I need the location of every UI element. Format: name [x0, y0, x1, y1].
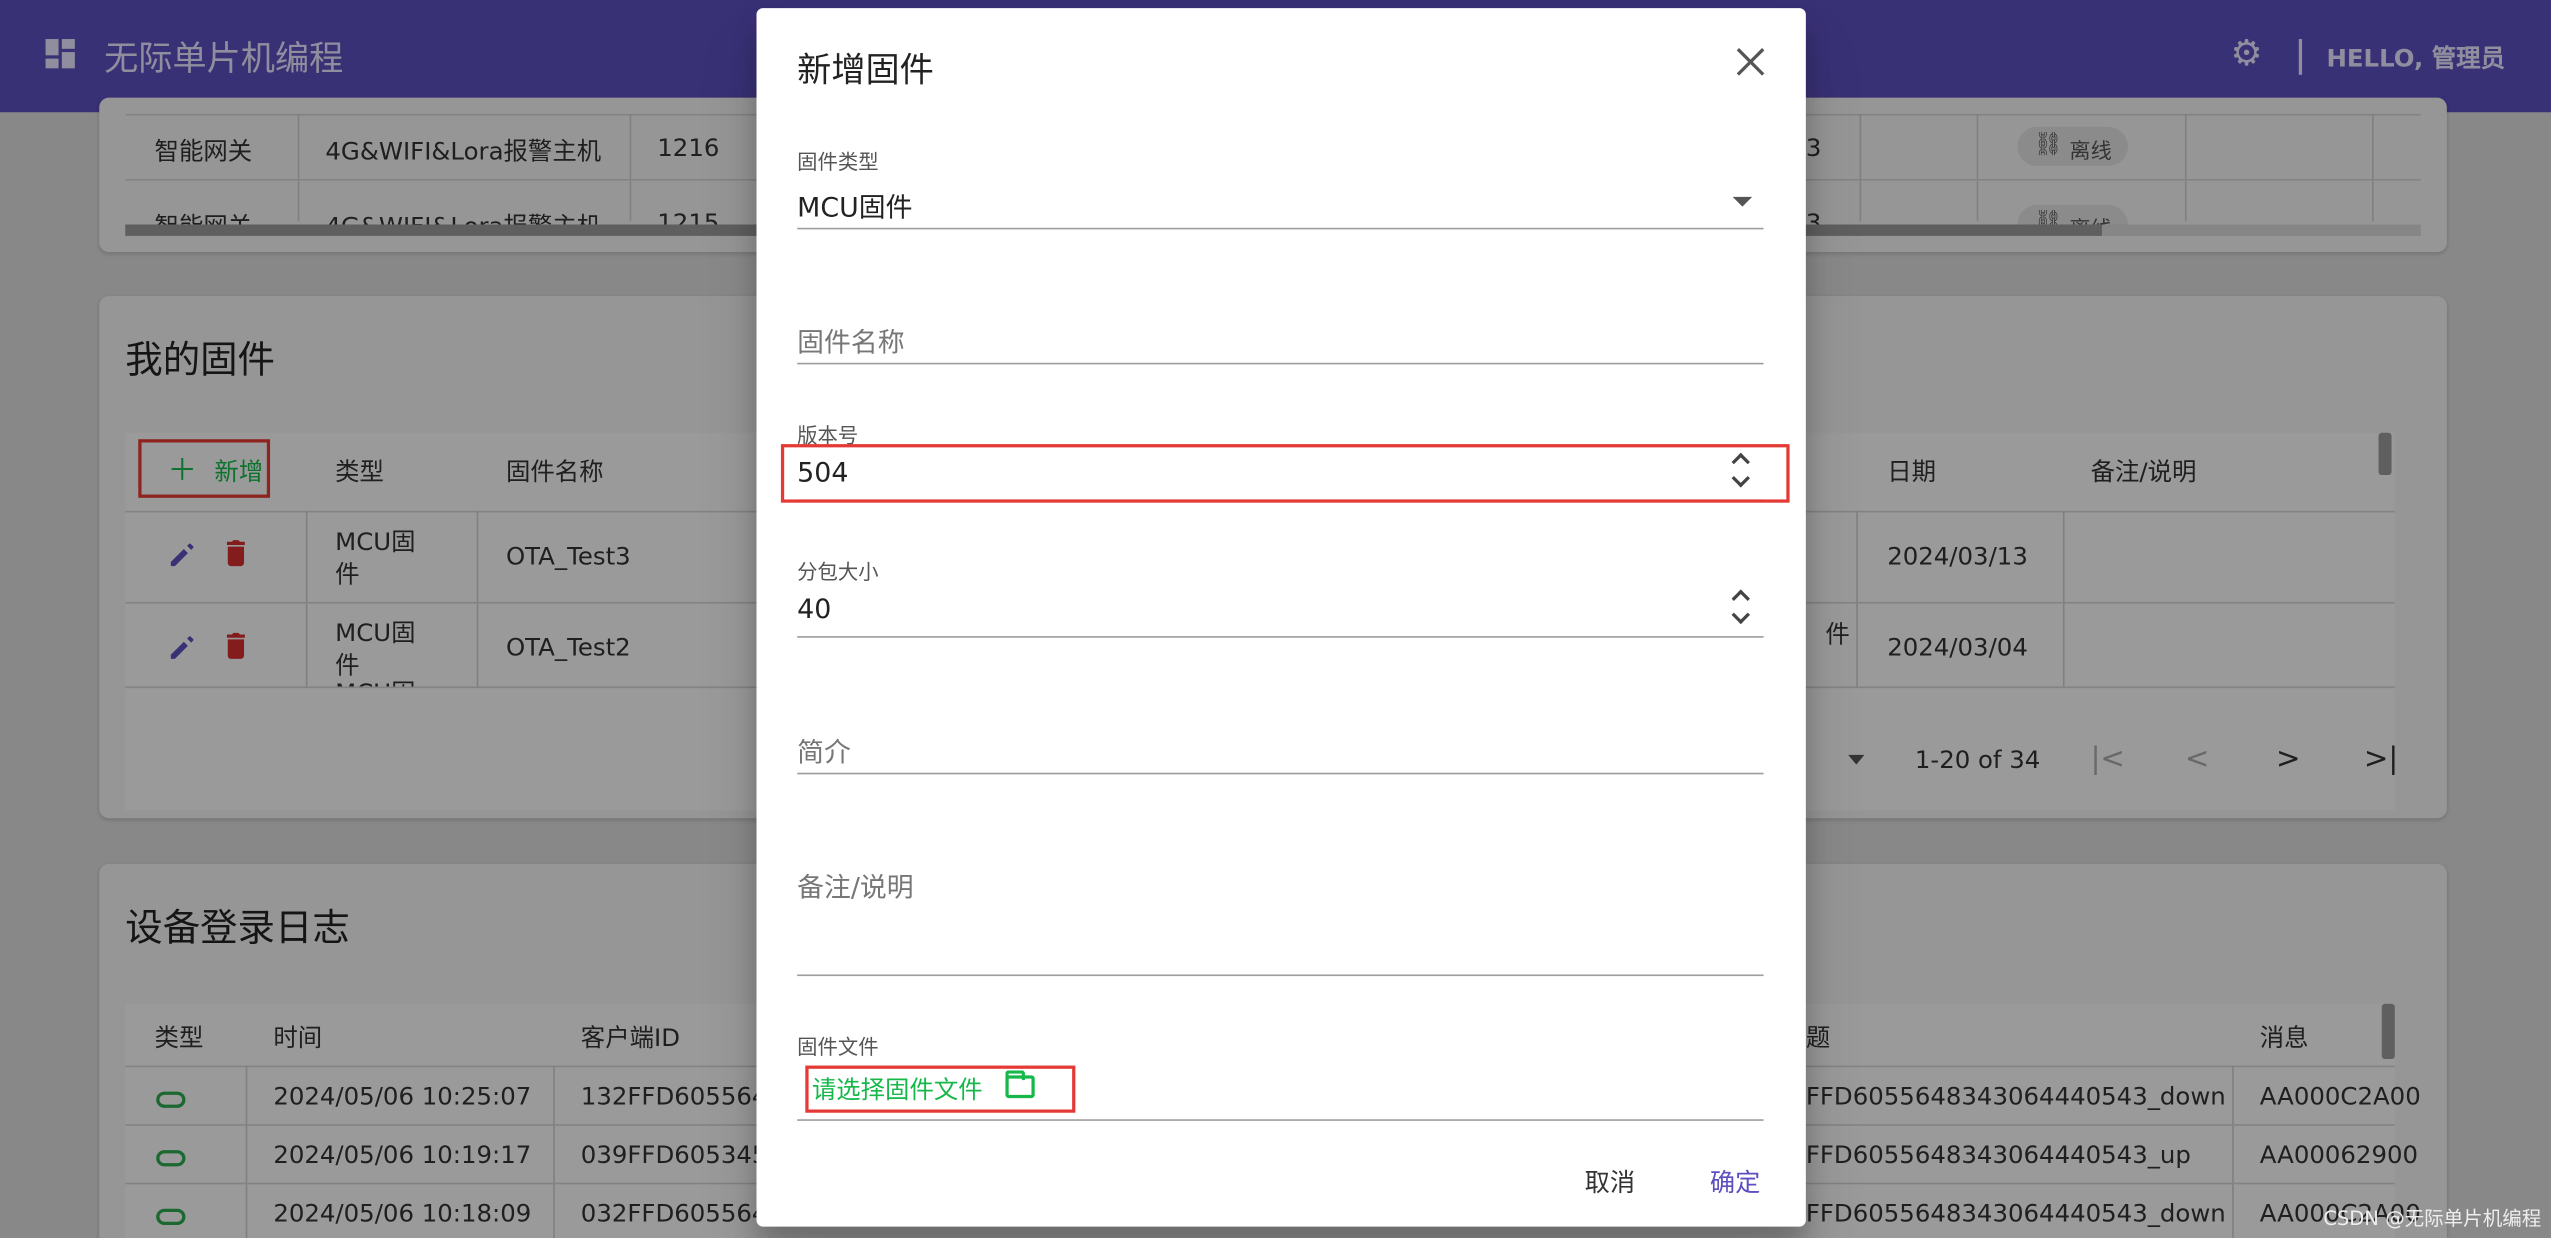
- field-label: 固件文件: [797, 1034, 879, 1060]
- highlight-box: [805, 1065, 1076, 1113]
- cancel-button[interactable]: 取消: [1585, 1163, 1635, 1199]
- watermark: CSDN @无际单片机编程: [2323, 1207, 2542, 1230]
- app-root: 无际单片机编程 ⚙ HELLO, 管理员 智能网关 4G&WIFI&Lora报警…: [0, 0, 2551, 1238]
- field-placeholder: 备注/说明: [797, 871, 914, 903]
- field-label: 固件类型: [797, 149, 879, 175]
- field-placeholder: 简介: [797, 736, 851, 768]
- add-firmware-dialog: 新增固件 固件类型 MCU固件 固件名称 版本号 504 分包大小 40 简介: [756, 8, 1806, 1227]
- input-value: 40: [797, 593, 832, 625]
- confirm-button[interactable]: 确定: [1710, 1163, 1760, 1199]
- select-value: MCU固件: [797, 191, 913, 223]
- number-stepper[interactable]: [1729, 587, 1752, 629]
- field-placeholder: 固件名称: [797, 326, 905, 358]
- chevron-down-icon[interactable]: [1732, 196, 1753, 207]
- dialog-title: 新增固件: [797, 50, 934, 90]
- highlight-box: [780, 444, 1790, 503]
- close-icon[interactable]: [1733, 44, 1769, 80]
- field-label: 分包大小: [797, 559, 879, 585]
